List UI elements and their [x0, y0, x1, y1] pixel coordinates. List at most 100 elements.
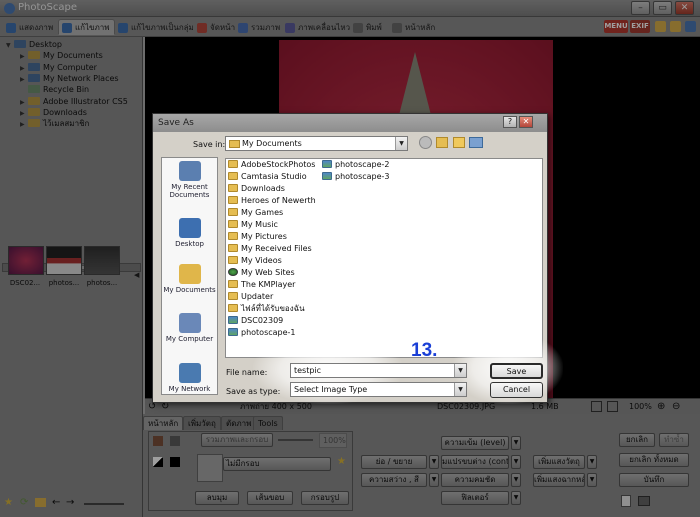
file-name-dropdown-arrow[interactable]: ▼ — [454, 364, 466, 377]
level-button[interactable]: ความเข้ม (level) — [441, 436, 509, 450]
zoom-out-icon[interactable]: ⊖ — [672, 399, 680, 414]
save-in-dropdown-arrow[interactable]: ▼ — [395, 137, 407, 150]
refresh-icon[interactable]: ⟳ — [20, 497, 28, 508]
swatch-icon[interactable] — [170, 436, 180, 446]
tree-item[interactable]: ▶ My Computer — [20, 62, 97, 73]
border-button[interactable]: เส้นขอบ — [247, 491, 293, 505]
brightness-dropdown[interactable]: ▼ — [429, 473, 439, 487]
zoom-in-icon[interactable]: ⊕ — [657, 399, 665, 414]
contrast-dropdown[interactable]: ▼ — [511, 455, 521, 469]
save-as-type-dropdown-arrow[interactable]: ▼ — [454, 383, 466, 396]
main-tab-3[interactable]: แก้ไขภาพเป็นกลุ่ม — [114, 19, 199, 35]
place-3[interactable]: My Documents — [162, 264, 217, 294]
main-tab-7[interactable]: พิมพ์ — [349, 19, 387, 35]
up-folder-icon[interactable] — [436, 137, 448, 148]
main-tab-6[interactable]: ภาพเคลื่อนไหว — [281, 19, 355, 35]
main-tab-8[interactable]: หน้าหลัก — [388, 19, 440, 35]
file-item[interactable]: ไฟล์ที่ได้รับของฉัน — [228, 303, 320, 315]
tree-item[interactable]: ▶ My Documents — [20, 50, 103, 61]
tree-item[interactable]: ▶ ไว้เมลสมาชิก — [20, 118, 89, 129]
sharpen-dropdown[interactable]: ▼ — [511, 473, 521, 487]
place-1[interactable]: My Recent Documents — [162, 161, 217, 199]
file-item[interactable]: DSC02309 — [228, 315, 320, 327]
opacity-slider[interactable] — [278, 439, 313, 441]
main-tab-5[interactable]: รวมภาพ — [234, 19, 285, 35]
forward-arrow-icon[interactable]: → — [66, 497, 74, 508]
favorite-star-icon[interactable]: ★ — [337, 456, 346, 467]
star-icon[interactable]: ★ — [4, 497, 13, 508]
backlight-background-dropdown[interactable]: ▼ — [587, 473, 597, 487]
thumbnail-photos-2[interactable] — [84, 246, 120, 275]
thumbnail-dsc[interactable] — [8, 246, 44, 275]
new-page-icon[interactable] — [621, 495, 631, 507]
editor-tab[interactable]: Tools — [253, 416, 283, 430]
settings-icon[interactable] — [655, 21, 666, 32]
sharpen-button[interactable]: ความคมชัด — [441, 473, 509, 487]
swatch-icon[interactable] — [153, 457, 163, 467]
file-item[interactable]: My Received Files — [228, 243, 320, 255]
file-name-input[interactable]: testpic ▼ — [290, 363, 467, 378]
place-5[interactable]: My Network — [162, 363, 217, 393]
file-item[interactable]: photoscape-2 — [322, 159, 414, 171]
expand-arrow-icon[interactable]: ▼ — [6, 40, 14, 51]
print-icon[interactable] — [638, 496, 650, 506]
zoom-fit-icon[interactable] — [591, 401, 602, 412]
folder-icon[interactable] — [670, 21, 681, 32]
redo-button[interactable]: ทำซ้ำ — [659, 433, 689, 447]
file-item[interactable]: Heroes of Newerth — [228, 195, 320, 207]
file-item[interactable]: AdobeStockPhotos — [228, 159, 320, 171]
view-menu-icon[interactable] — [469, 137, 483, 148]
minimize-button[interactable]: – — [631, 1, 650, 15]
filter-dropdown[interactable]: ▼ — [511, 491, 521, 505]
close-button[interactable]: ✕ — [675, 1, 694, 15]
contrast-button[interactable]: มแปรขบต่าง (contr — [441, 455, 509, 469]
filter-button[interactable]: ฟิลเตอร์ — [441, 491, 509, 505]
tree-item[interactable]: ▶ Adobe Illustrator CS5 — [20, 96, 128, 107]
undo-button[interactable]: ยกเลิก — [619, 433, 655, 447]
file-item[interactable]: photoscape-3 — [322, 171, 414, 183]
file-item[interactable]: My Web Sites — [228, 267, 320, 279]
main-tab-1[interactable]: แสดงภาพ — [2, 19, 58, 35]
dialog-close-button[interactable]: ✕ — [519, 116, 533, 128]
tree-item[interactable]: ▶ My Network Places — [20, 73, 119, 84]
file-item[interactable]: My Games — [228, 207, 320, 219]
file-item[interactable]: My Videos — [228, 255, 320, 267]
dialog-help-button[interactable]: ? — [503, 116, 517, 128]
exif-button[interactable]: EXIF — [630, 20, 650, 33]
backlight-object-dropdown[interactable]: ▼ — [587, 455, 597, 469]
file-item[interactable]: Camtasia Studio — [228, 171, 320, 183]
back-arrow-icon[interactable]: ← — [52, 497, 60, 508]
frame-button[interactable]: กรอบรูป — [301, 491, 349, 505]
frame-combine-button[interactable]: รวมภาพและกรอบ — [201, 433, 273, 447]
backlight-object-button[interactable]: เพิ่มแสงวัตถุ — [533, 455, 585, 469]
opacity-value[interactable]: 100% — [319, 433, 347, 448]
undo-all-button[interactable]: ยกเลิก ทั้งหมด — [619, 453, 689, 467]
tree-item[interactable]: ▶ Downloads — [20, 107, 87, 118]
expand-arrow-icon[interactable]: ▶ — [20, 119, 28, 130]
cancel-button[interactable]: Cancel — [490, 382, 543, 398]
file-item[interactable]: My Music — [228, 219, 320, 231]
place-4[interactable]: My Computer — [162, 313, 217, 343]
save-editor-button[interactable]: บันทึก — [619, 473, 689, 487]
level-dropdown[interactable]: ▼ — [511, 436, 521, 450]
back-icon[interactable] — [419, 136, 432, 149]
resize-button[interactable]: ย่อ / ขยาย — [361, 455, 427, 469]
frame-select[interactable]: ไม่มีกรอบ — [223, 457, 331, 471]
main-tab-2[interactable]: แก้ไขภาพ — [58, 19, 115, 35]
editor-tab[interactable]: เพิ่มวัตถุ — [183, 416, 221, 430]
save-in-combo[interactable]: My Documents ▼ — [225, 136, 408, 151]
backlight-background-button[interactable]: เพิ่มแสงฉากหลัง — [533, 473, 585, 487]
file-item[interactable]: Updater — [228, 291, 320, 303]
new-folder-icon[interactable] — [453, 137, 465, 148]
file-item[interactable]: Downloads — [228, 183, 320, 195]
round-corner-button[interactable]: ลบมุม — [195, 491, 239, 505]
save-as-type-select[interactable]: Select Image Type ▼ — [290, 382, 467, 397]
tree-item[interactable]: ▼ Desktop — [6, 39, 62, 50]
menu-button[interactable]: MENU — [604, 20, 628, 33]
zoom-actual-icon[interactable] — [607, 401, 618, 412]
file-item[interactable]: My Pictures — [228, 231, 320, 243]
thumbnail-size-slider[interactable] — [84, 503, 124, 505]
file-item[interactable]: The KMPlayer — [228, 279, 320, 291]
open-folder-icon[interactable] — [35, 498, 46, 507]
maximize-button[interactable]: ▭ — [653, 1, 672, 15]
